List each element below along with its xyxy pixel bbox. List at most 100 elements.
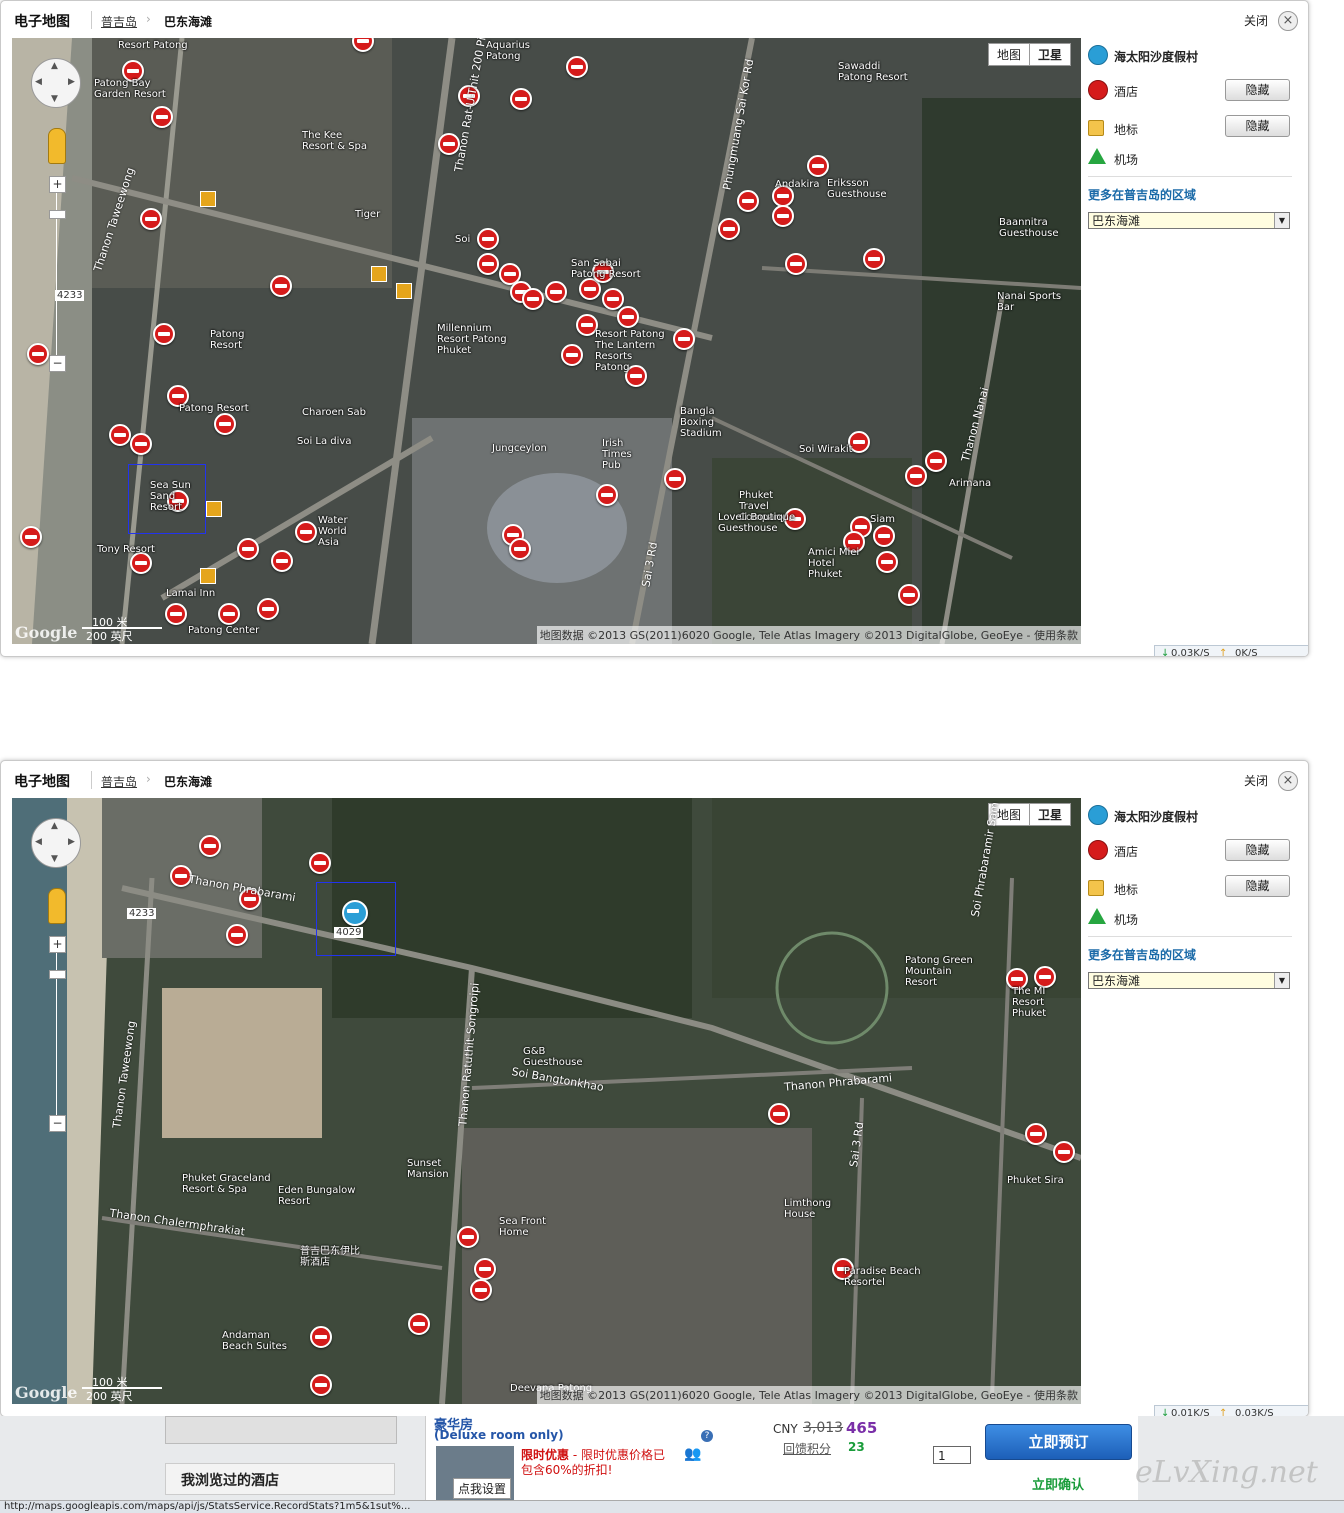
hotel-marker[interactable] bbox=[27, 343, 49, 365]
hotel-marker[interactable] bbox=[20, 526, 42, 548]
hide-hotels-button[interactable]: 隐藏 bbox=[1225, 79, 1290, 101]
hotel-marker[interactable] bbox=[199, 835, 221, 857]
hotel-marker[interactable] bbox=[218, 603, 240, 625]
hide-hotels-button[interactable]: 隐藏 bbox=[1225, 839, 1290, 861]
zoom-out-button[interactable]: − bbox=[49, 355, 66, 372]
hotel-marker[interactable] bbox=[237, 538, 259, 560]
book-now-button[interactable]: 立即预订 bbox=[985, 1424, 1132, 1460]
hotel-marker[interactable] bbox=[596, 484, 618, 506]
hotel-marker[interactable] bbox=[140, 208, 162, 230]
pan-down-icon[interactable]: ▼ bbox=[51, 94, 58, 104]
breadcrumb-region-link[interactable]: 普吉岛 bbox=[101, 13, 137, 30]
hotel-marker[interactable] bbox=[737, 190, 759, 212]
map-type-satellite-button[interactable]: 卫星 bbox=[1028, 804, 1070, 825]
hotel-marker[interactable] bbox=[876, 551, 898, 573]
pan-up-icon[interactable]: ▲ bbox=[51, 61, 58, 71]
hotel-marker[interactable] bbox=[214, 413, 236, 435]
hotel-marker[interactable] bbox=[310, 1326, 332, 1348]
hotel-marker[interactable] bbox=[457, 1226, 479, 1248]
hotel-marker[interactable] bbox=[1025, 1123, 1047, 1145]
hotel-marker[interactable] bbox=[602, 288, 624, 310]
hotel-marker[interactable] bbox=[109, 424, 131, 446]
hotel-marker[interactable] bbox=[664, 468, 686, 490]
hotel-marker[interactable] bbox=[561, 344, 583, 366]
satellite-map[interactable]: 地图 卫星 ▲ ▼ ◀ ▶ + − Thanon Phrabarami 4233… bbox=[12, 798, 1081, 1404]
close-icon[interactable]: × bbox=[1278, 11, 1298, 31]
zoom-in-button[interactable]: + bbox=[49, 936, 66, 953]
hotel-marker[interactable] bbox=[474, 1258, 496, 1280]
hotel-marker[interactable] bbox=[617, 306, 639, 328]
breadcrumb-region-link[interactable]: 普吉岛 bbox=[101, 773, 137, 790]
pan-right-icon[interactable]: ▶ bbox=[68, 77, 75, 87]
zoom-slider-handle[interactable] bbox=[49, 210, 66, 219]
pan-right-icon[interactable]: ▶ bbox=[68, 837, 75, 847]
pegman-icon[interactable] bbox=[48, 888, 66, 924]
hotel-marker[interactable] bbox=[477, 228, 499, 250]
area-select[interactable]: 巴东海滩 ▼ bbox=[1088, 972, 1290, 989]
hotel-marker[interactable] bbox=[130, 433, 152, 455]
hotel-marker[interactable] bbox=[772, 205, 794, 227]
map-copyright[interactable]: 地图数据 ©2013 GS(2011)6020 Google, Tele Atl… bbox=[536, 1386, 1081, 1404]
hotel-marker[interactable] bbox=[130, 552, 152, 574]
hotel-marker[interactable] bbox=[295, 521, 317, 543]
hotel-marker[interactable] bbox=[807, 155, 829, 177]
hide-landmarks-button[interactable]: 隐藏 bbox=[1225, 875, 1290, 897]
chevron-down-icon[interactable]: ▼ bbox=[1274, 213, 1289, 228]
hide-landmarks-button[interactable]: 隐藏 bbox=[1225, 115, 1290, 137]
hotel-marker[interactable] bbox=[925, 450, 947, 472]
hotel-marker[interactable] bbox=[470, 1279, 492, 1301]
help-icon[interactable]: ? bbox=[701, 1430, 713, 1442]
hotel-marker[interactable] bbox=[673, 328, 695, 350]
pan-control[interactable]: ▲ ▼ ◀ ▶ bbox=[31, 818, 81, 868]
map-type-map-button[interactable]: 地图 bbox=[988, 44, 1029, 65]
hotel-marker[interactable] bbox=[509, 538, 531, 560]
hotel-marker[interactable] bbox=[310, 1374, 332, 1396]
landmark-icon[interactable] bbox=[206, 501, 222, 517]
landmark-icon[interactable] bbox=[200, 568, 216, 584]
zoom-track[interactable] bbox=[56, 178, 57, 368]
hotel-marker[interactable] bbox=[510, 88, 532, 110]
zoom-out-button[interactable]: − bbox=[49, 1115, 66, 1132]
hotel-marker[interactable] bbox=[477, 253, 499, 275]
map-copyright[interactable]: 地图数据 ©2013 GS(2011)6020 Google, Tele Atl… bbox=[536, 626, 1081, 644]
hotel-marker[interactable] bbox=[545, 281, 567, 303]
zoom-slider-handle[interactable] bbox=[49, 970, 66, 979]
hotel-marker[interactable] bbox=[151, 106, 173, 128]
map-type-satellite-button[interactable]: 卫星 bbox=[1028, 44, 1070, 65]
zoom-in-button[interactable]: + bbox=[49, 176, 66, 193]
close-label[interactable]: 关闭 bbox=[1244, 12, 1268, 29]
room-quantity-select[interactable]: 1 bbox=[933, 1446, 971, 1464]
pan-left-icon[interactable]: ◀ bbox=[35, 837, 42, 847]
landmark-icon[interactable] bbox=[396, 283, 412, 299]
close-icon[interactable]: × bbox=[1278, 771, 1298, 791]
close-label[interactable]: 关闭 bbox=[1244, 772, 1268, 789]
hotel-marker[interactable] bbox=[718, 218, 740, 240]
hotel-marker[interactable] bbox=[309, 852, 331, 874]
pan-control[interactable]: ▲ ▼ ◀ ▶ bbox=[31, 58, 81, 108]
pan-down-icon[interactable]: ▼ bbox=[51, 854, 58, 864]
hotel-marker[interactable] bbox=[863, 248, 885, 270]
hotel-marker[interactable] bbox=[566, 56, 588, 78]
hotel-marker[interactable] bbox=[905, 465, 927, 487]
hotel-marker[interactable] bbox=[785, 253, 807, 275]
pan-up-icon[interactable]: ▲ bbox=[51, 821, 58, 831]
settings-tip[interactable]: 点我设置 bbox=[453, 1478, 512, 1499]
hotel-marker[interactable] bbox=[522, 288, 544, 310]
hotel-marker[interactable] bbox=[1053, 1141, 1075, 1163]
hotel-marker[interactable] bbox=[271, 550, 293, 572]
hotel-marker[interactable] bbox=[873, 525, 895, 547]
hotel-marker[interactable] bbox=[768, 1103, 790, 1125]
chevron-down-icon[interactable]: ▼ bbox=[1274, 973, 1289, 988]
hotel-marker[interactable] bbox=[1034, 966, 1056, 988]
landmark-icon[interactable] bbox=[371, 266, 387, 282]
zoom-track[interactable] bbox=[56, 938, 57, 1128]
pegman-icon[interactable] bbox=[48, 128, 66, 164]
area-select[interactable]: 巴东海滩 ▼ bbox=[1088, 212, 1290, 229]
google-logo[interactable]: Google bbox=[15, 1383, 77, 1402]
hotel-marker[interactable] bbox=[257, 598, 279, 620]
hotel-marker[interactable] bbox=[898, 584, 920, 606]
satellite-map[interactable]: 地图 卫星 ▲ ▼ ◀ ▶ + − Resort Patong Patong B… bbox=[12, 38, 1081, 644]
landmark-icon[interactable] bbox=[200, 191, 216, 207]
hotel-marker[interactable] bbox=[153, 323, 175, 345]
google-logo[interactable]: Google bbox=[15, 623, 77, 642]
